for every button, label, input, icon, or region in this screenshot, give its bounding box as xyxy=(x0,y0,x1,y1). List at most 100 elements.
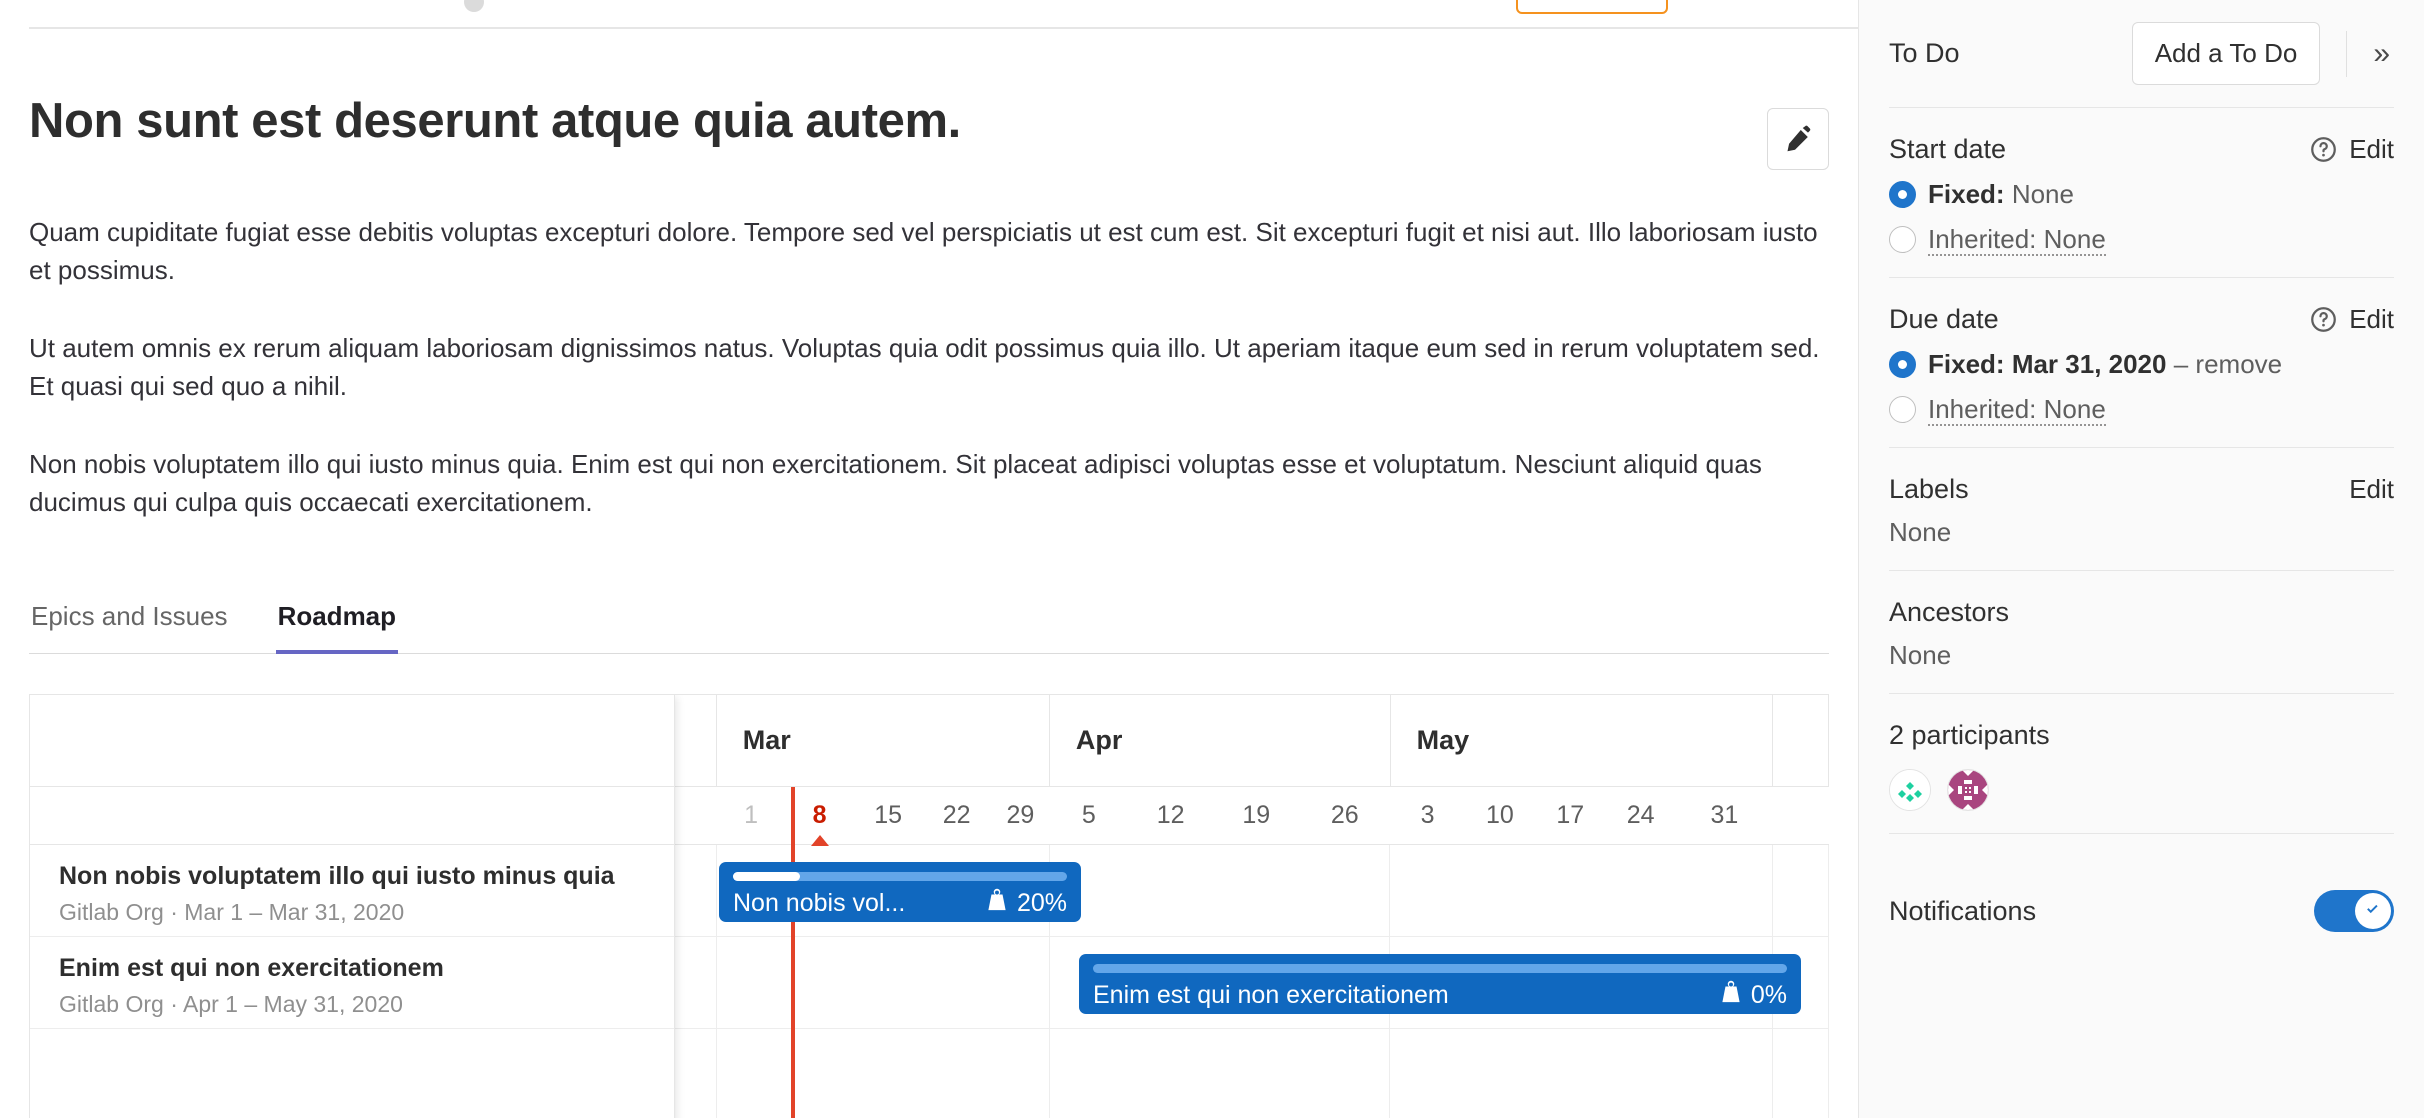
roadmap-bar-1[interactable]: Non nobis vol... 20% xyxy=(719,861,1081,922)
question-circle-icon[interactable] xyxy=(2310,136,2337,163)
roadmap-week-partial-left xyxy=(675,787,717,844)
sidebar-header: To Do Add a To Do » xyxy=(1889,0,2394,108)
roadmap-week-mar-15: 15 xyxy=(874,800,903,829)
due-date-fixed-prefix: Fixed: xyxy=(1928,349,2005,379)
tab-roadmap[interactable]: Roadmap xyxy=(275,585,399,654)
sidebar-participants-block: 2 participants xyxy=(1889,694,2394,834)
due-date-fixed-value: Mar 31, 2020 xyxy=(2011,349,2167,379)
labels-label: Labels xyxy=(1889,474,1969,504)
tab-bar: Epics and Issues Roadmap xyxy=(29,584,1829,654)
start-date-inherited-value: Inherited: None xyxy=(1928,224,2106,256)
tab-epics-and-issues[interactable]: Epics and Issues xyxy=(29,585,230,654)
roadmap-timeline: Mar Apr May 1 8 15 22 29 5 12 19 26 3 10… xyxy=(675,694,1829,1118)
due-date-inherited-option[interactable]: Inherited: None xyxy=(1889,394,2394,426)
roadmap-bar-1-weight: 20% xyxy=(984,887,1067,920)
avatar-participant-1[interactable] xyxy=(1889,769,1931,811)
pencil-icon xyxy=(1784,124,1812,155)
epic-paragraph-1: Quam cupiditate fugiat esse debitis volu… xyxy=(29,217,1818,285)
roadmap-list-subheader xyxy=(30,787,674,845)
start-date-inherited-option[interactable]: Inherited: None xyxy=(1889,224,2394,256)
epic-body: Non sunt est deserunt atque quia autem. … xyxy=(0,34,1858,1118)
roadmap-week-may-24: 24 xyxy=(1626,800,1655,829)
epic-page: Non sunt est deserunt atque quia autem. … xyxy=(0,0,2424,1118)
main-content: Non sunt est deserunt atque quia autem. … xyxy=(0,0,1858,1118)
roadmap-list-item-1[interactable]: Non nobis voluptatem illo qui iusto minu… xyxy=(30,845,674,937)
roadmap-month-mar: Mar xyxy=(716,694,1050,787)
labels-edit-button[interactable]: Edit xyxy=(2349,474,2394,505)
roadmap-week-apr-19: 19 xyxy=(1242,800,1271,829)
due-date-label: Due date xyxy=(1889,304,1999,334)
due-date-fixed-option[interactable]: Fixed: Mar 31, 2020 – remove xyxy=(1889,349,2394,380)
roadmap-week-mar-8-today: 8 xyxy=(785,787,854,844)
roadmap-month-may: May xyxy=(1390,694,1774,787)
sidebar-header-divider xyxy=(2346,30,2348,77)
start-date-fixed-prefix: Fixed: xyxy=(1928,179,2005,209)
radio-start-fixed[interactable] xyxy=(1889,181,1916,208)
roadmap-list-item-2[interactable]: Enim est qui non exercitationem Gitlab O… xyxy=(30,937,674,1029)
roadmap-week-may-31: 31 xyxy=(1710,800,1739,829)
sidebar-due-date-block: Due date Edit Fixed: Mar 31, 2020 – remo… xyxy=(1889,278,2394,448)
toggle-knob xyxy=(2355,893,2391,929)
roadmap-list-item-empty xyxy=(30,1029,674,1118)
roadmap-bar-1-progress-fill xyxy=(733,871,800,881)
roadmap-week-apr-12: 12 xyxy=(1156,800,1185,829)
radio-due-fixed[interactable] xyxy=(1889,351,1916,378)
header-divider xyxy=(29,27,1858,29)
title-row: Non sunt est deserunt atque quia autem. xyxy=(29,34,1829,170)
roadmap-bar-1-percent: 20% xyxy=(1016,888,1067,917)
roadmap-gantt: Mar Apr May 1 8 15 22 29 5 12 19 26 3 10… xyxy=(29,693,1829,1118)
roadmap-rows: Non nobis vol... 20% Enim est qui non ex… xyxy=(675,844,1829,1118)
roadmap-week-mar-22: 22 xyxy=(942,800,971,829)
roadmap-bar-2-weight: 0% xyxy=(1718,979,1787,1012)
roadmap-week-mar-29: 29 xyxy=(1006,800,1035,829)
top-partial-strip xyxy=(0,0,1858,34)
roadmap-list-item-1-title: Non nobis voluptatem illo qui iusto minu… xyxy=(59,861,615,890)
roadmap-month-feb-partial xyxy=(675,694,717,787)
roadmap-month-apr: Apr xyxy=(1049,694,1391,787)
roadmap-list-item-1-meta: Gitlab Org · Mar 1 – Mar 31, 2020 xyxy=(59,898,405,925)
roadmap-week-may-10: 10 xyxy=(1485,800,1514,829)
participants-label: 2 participants xyxy=(1889,720,2050,750)
today-marker-line xyxy=(791,786,795,1118)
start-date-fixed-option[interactable]: Fixed: None xyxy=(1889,179,2394,210)
sidebar-start-date-block: Start date Edit Fixed: None Inherited: N… xyxy=(1889,108,2394,278)
roadmap-week-apr-26: 26 xyxy=(1330,800,1359,829)
avatar-participant-2[interactable] xyxy=(1947,769,1989,811)
roadmap-week-apr-5: 5 xyxy=(1081,800,1096,829)
roadmap-week-header: 1 8 15 22 29 5 12 19 26 3 10 17 24 31 xyxy=(675,787,1829,845)
chevron-double-right-icon[interactable]: » xyxy=(2369,35,2394,73)
radio-start-inherited[interactable] xyxy=(1889,226,1916,253)
question-circle-icon[interactable] xyxy=(2310,306,2337,333)
roadmap-month-jun-partial xyxy=(1773,694,1829,787)
roadmap-epic-list: Non nobis voluptatem illo qui iusto minu… xyxy=(30,694,675,1118)
due-date-remove-link[interactable]: remove xyxy=(2195,349,2282,379)
roadmap-month-header: Mar Apr May xyxy=(675,694,1829,787)
roadmap-week-mar-1: 1 xyxy=(744,800,759,829)
roadmap-bar-2-label: Enim est qui non exercitationem xyxy=(1093,980,1449,1009)
avatar-partial xyxy=(464,0,484,12)
radio-due-inherited[interactable] xyxy=(1889,396,1916,423)
notifications-label: Notifications xyxy=(1889,895,2037,926)
sidebar-labels-block: Labels Edit None xyxy=(1889,448,2394,571)
due-date-separator: – xyxy=(2173,349,2189,379)
due-date-edit-button[interactable]: Edit xyxy=(2349,304,2394,335)
roadmap-week-may-17: 17 xyxy=(1556,800,1585,829)
roadmap-row-2: Enim est qui non exercitationem 0% xyxy=(675,936,1829,1029)
close-epic-button-partial[interactable] xyxy=(1516,0,1668,14)
start-date-edit-button[interactable]: Edit xyxy=(2349,134,2394,165)
due-date-inherited-value: Inherited: None xyxy=(1928,394,2106,426)
roadmap-bar-2[interactable]: Enim est qui non exercitationem 0% xyxy=(1079,953,1801,1014)
roadmap-list-item-2-meta: Gitlab Org · Apr 1 – May 31, 2020 xyxy=(59,990,403,1017)
roadmap-row-1: Non nobis vol... 20% xyxy=(675,844,1829,937)
roadmap-row-empty-1 xyxy=(675,1028,1829,1118)
labels-value: None xyxy=(1889,517,1952,547)
roadmap-week-partial-right xyxy=(1773,787,1829,844)
edit-title-button[interactable] xyxy=(1767,108,1829,170)
weight-icon xyxy=(984,887,1010,920)
add-todo-button[interactable]: Add a To Do xyxy=(2131,22,2321,85)
roadmap-bar-2-percent: 0% xyxy=(1750,980,1787,1009)
ancestors-label: Ancestors xyxy=(1889,597,2010,627)
roadmap-list-header xyxy=(30,695,674,787)
notifications-toggle[interactable] xyxy=(2314,890,2394,932)
roadmap-bar-1-progress-track xyxy=(733,871,1067,881)
